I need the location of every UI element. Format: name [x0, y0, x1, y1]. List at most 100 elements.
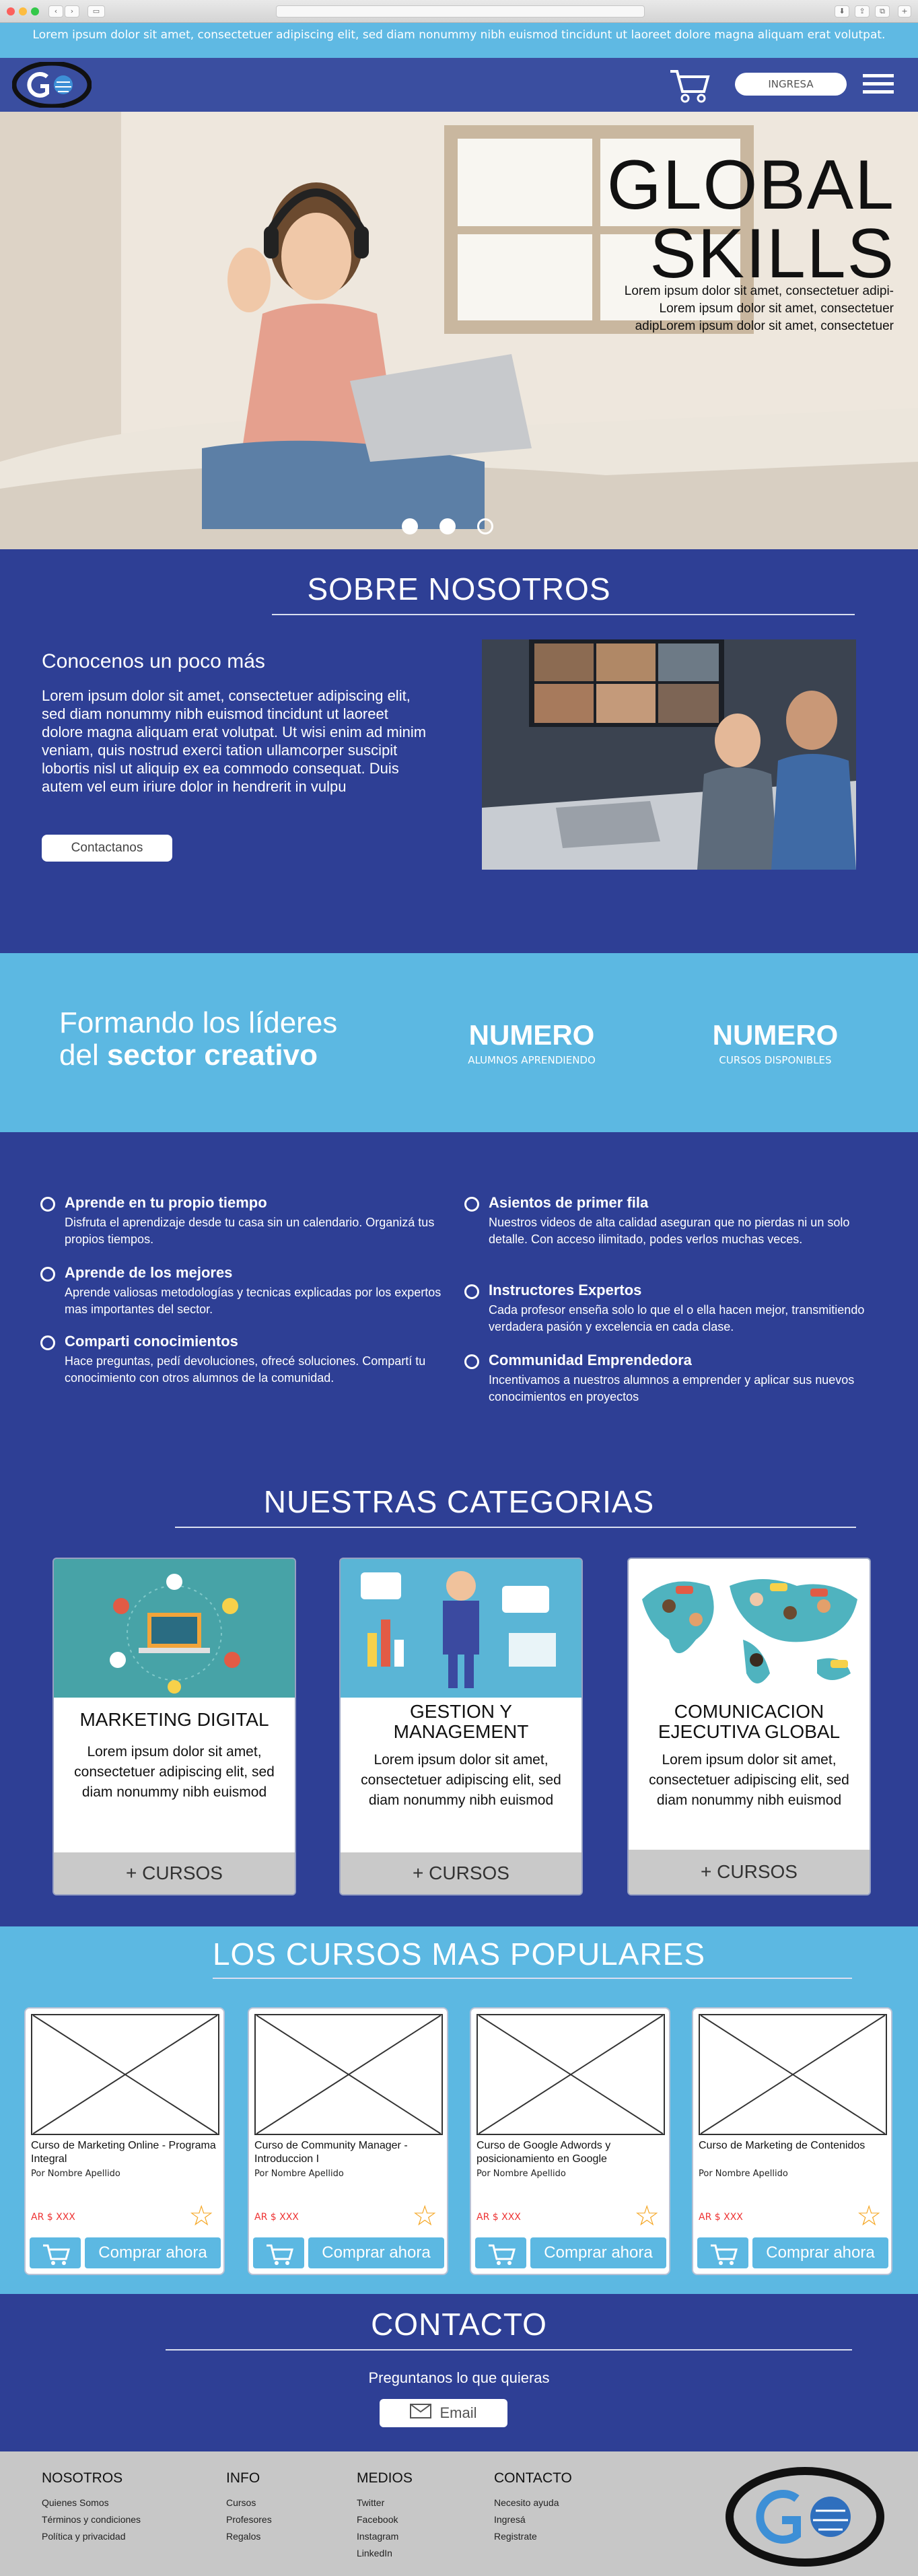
footer-link[interactable]: Cursos	[226, 2495, 272, 2511]
maximize-window-icon[interactable]	[31, 7, 39, 15]
course-title[interactable]: Curso de Marketing de Contenidos	[699, 2139, 887, 2153]
footer-link[interactable]: Quienes Somos	[42, 2495, 141, 2511]
marketing-illustration	[54, 1559, 295, 1698]
feature-text: Cada profesor enseña solo lo que el o el…	[489, 1303, 865, 1333]
site-footer: NOSOTROS Quienes Somos Términos y condic…	[0, 2451, 918, 2576]
email-button[interactable]: Email	[380, 2399, 507, 2427]
footer-column-title: MEDIOS	[357, 2470, 413, 2486]
footer-link[interactable]: Twitter	[357, 2495, 413, 2511]
hero-subtitle-line: Lorem ipsum dolor sit amet, consectetuer	[659, 302, 894, 316]
buy-now-button[interactable]: Comprar ahora	[752, 2237, 888, 2268]
feature-text: Hace preguntas, pedí devoluciones, ofrec…	[65, 1354, 426, 1385]
circle-bullet-icon	[40, 1197, 55, 1212]
footer-link[interactable]: Términos y condiciones	[42, 2511, 141, 2528]
back-arrow-icon[interactable]: ‹	[48, 5, 63, 18]
hero-subtitle-line: Lorem ipsum dolor sit amet, consectetuer…	[624, 284, 894, 298]
login-button[interactable]: INGRESA	[735, 73, 847, 96]
buy-now-button[interactable]: Comprar ahora	[530, 2237, 666, 2268]
footer-column-info: INFO Cursos Profesores Regalos	[226, 2470, 272, 2545]
contact-title: CONTACTO	[371, 2307, 547, 2342]
carousel-dot-3[interactable]	[477, 518, 493, 534]
footer-link[interactable]: Instagram	[357, 2528, 413, 2545]
stats-tagline-bold: sector creativo	[106, 1039, 318, 1072]
hero-subtitle-line: adipLorem ipsum dolor sit amet, consecte…	[635, 319, 894, 333]
footer-column-nosotros: NOSOTROS Quienes Somos Términos y condic…	[42, 2470, 141, 2545]
favorite-star-icon[interactable]: ☆	[856, 2202, 882, 2230]
about-team-photo	[482, 639, 856, 870]
feature-title: Instructores Expertos	[489, 1282, 642, 1298]
feature-text: Incentivamos a nuestros alumnos a empren…	[489, 1373, 855, 1403]
management-illustration	[341, 1559, 581, 1698]
popular-divider	[213, 1978, 852, 1979]
footer-link[interactable]: Ingresá	[494, 2511, 572, 2528]
course-author: Por Nombre Apellido	[254, 2169, 344, 2179]
tabs-icon[interactable]: ⧉	[875, 5, 890, 18]
contact-us-button[interactable]: Contactanos	[42, 835, 172, 862]
brand-logo[interactable]	[11, 61, 92, 109]
carousel-dot-2[interactable]	[439, 518, 456, 534]
popular-title: LOS CURSOS MAS POPULARES	[212, 1937, 706, 1972]
hamburger-menu-icon[interactable]	[863, 73, 894, 96]
feature-text: Aprende valiosas metodologías y tecnicas…	[65, 1286, 442, 1316]
envelope-icon	[410, 2400, 432, 2428]
circle-bullet-icon	[464, 1197, 479, 1212]
about-body: Lorem ipsum dolor sit amet, consectetuer…	[42, 687, 427, 795]
buy-now-button[interactable]: Comprar ahora	[308, 2237, 444, 2268]
favorite-star-icon[interactable]: ☆	[412, 2202, 437, 2230]
footer-brand-logo[interactable]	[724, 2466, 886, 2567]
course-title[interactable]: Curso de Marketing Online - Programa Int…	[31, 2139, 219, 2166]
favorite-star-icon[interactable]: ☆	[634, 2202, 660, 2230]
footer-link[interactable]: LinkedIn	[357, 2545, 413, 2562]
main-navbar: INGRESA	[0, 58, 918, 112]
category-card-management[interactable]: GESTION Y MANAGEMENT Lorem ipsum dolor s…	[339, 1558, 583, 1895]
more-courses-button[interactable]: + CURSOS	[341, 1852, 581, 1894]
course-title[interactable]: Curso de Community Manager - Introduccio…	[254, 2139, 443, 2166]
forward-arrow-icon[interactable]: ›	[65, 5, 79, 18]
add-to-cart-icon[interactable]	[475, 2237, 526, 2268]
course-author: Por Nombre Apellido	[31, 2169, 120, 2179]
footer-column-title: INFO	[226, 2470, 260, 2486]
footer-link[interactable]: Necesito ayuda	[494, 2495, 572, 2511]
course-title[interactable]: Curso de Google Adwords y posicionamient…	[476, 2139, 665, 2166]
hero-title: GLOBAL SKILLS	[606, 150, 895, 293]
share-icon[interactable]: ⇪	[855, 5, 870, 18]
close-window-icon[interactable]	[7, 7, 15, 15]
footer-link[interactable]: Registrate	[494, 2528, 572, 2545]
stat-label: ALUMNOS APRENDIENDO	[468, 1054, 596, 1066]
buy-now-button[interactable]: Comprar ahora	[85, 2237, 221, 2268]
add-to-cart-icon[interactable]	[697, 2237, 748, 2268]
course-card[interactable]: Curso de Community Manager - Introduccio…	[248, 2007, 448, 2275]
more-courses-button[interactable]: + CURSOS	[629, 1850, 870, 1894]
course-card[interactable]: Curso de Marketing Online - Programa Int…	[24, 2007, 225, 2275]
minimize-window-icon[interactable]	[19, 7, 27, 15]
footer-link[interactable]: Regalos	[226, 2528, 272, 2545]
hero-title-line-2: SKILLS	[649, 215, 895, 293]
category-card-communication[interactable]: COMUNICACION EJECUTIVA GLOBAL Lorem ipsu…	[627, 1558, 871, 1895]
address-bar[interactable]	[276, 5, 645, 18]
course-author: Por Nombre Apellido	[476, 2169, 566, 2179]
add-to-cart-icon[interactable]	[253, 2237, 304, 2268]
course-author: Por Nombre Apellido	[699, 2169, 788, 2179]
feature-title: Comparti conocimientos	[65, 1333, 238, 1350]
course-card[interactable]: Curso de Marketing de Contenidos Por Nom…	[692, 2007, 892, 2275]
add-tab-icon[interactable]: +	[898, 5, 911, 18]
add-to-cart-icon[interactable]	[30, 2237, 81, 2268]
download-icon[interactable]: ⬇	[835, 5, 849, 18]
footer-link[interactable]: Facebook	[357, 2511, 413, 2528]
circle-bullet-icon	[40, 1267, 55, 1282]
footer-link[interactable]: Política y privacidad	[42, 2528, 141, 2545]
category-card-marketing[interactable]: MARKETING DIGITAL Lorem ipsum dolor sit …	[52, 1558, 296, 1895]
feature-title: Aprende en tu propio tiempo	[65, 1194, 267, 1211]
feature-title: Asientos de primer fila	[489, 1194, 649, 1211]
category-name: COMUNICACION EJECUTIVA GLOBAL	[658, 1701, 841, 1742]
favorite-star-icon[interactable]: ☆	[188, 2202, 214, 2230]
more-courses-button[interactable]: + CURSOS	[54, 1852, 295, 1894]
course-card[interactable]: Curso de Google Adwords y posicionamient…	[470, 2007, 670, 2275]
world-map-illustration	[629, 1559, 870, 1698]
footer-link[interactable]: Profesores	[226, 2511, 272, 2528]
carousel-dot-1[interactable]	[402, 518, 418, 534]
cart-icon[interactable]	[668, 66, 712, 104]
image-placeholder-icon	[476, 2014, 665, 2135]
sidebar-toggle-icon[interactable]: ▭	[87, 5, 105, 18]
category-description: Lorem ipsum dolor sit amet, consectetuer…	[649, 1752, 849, 1808]
